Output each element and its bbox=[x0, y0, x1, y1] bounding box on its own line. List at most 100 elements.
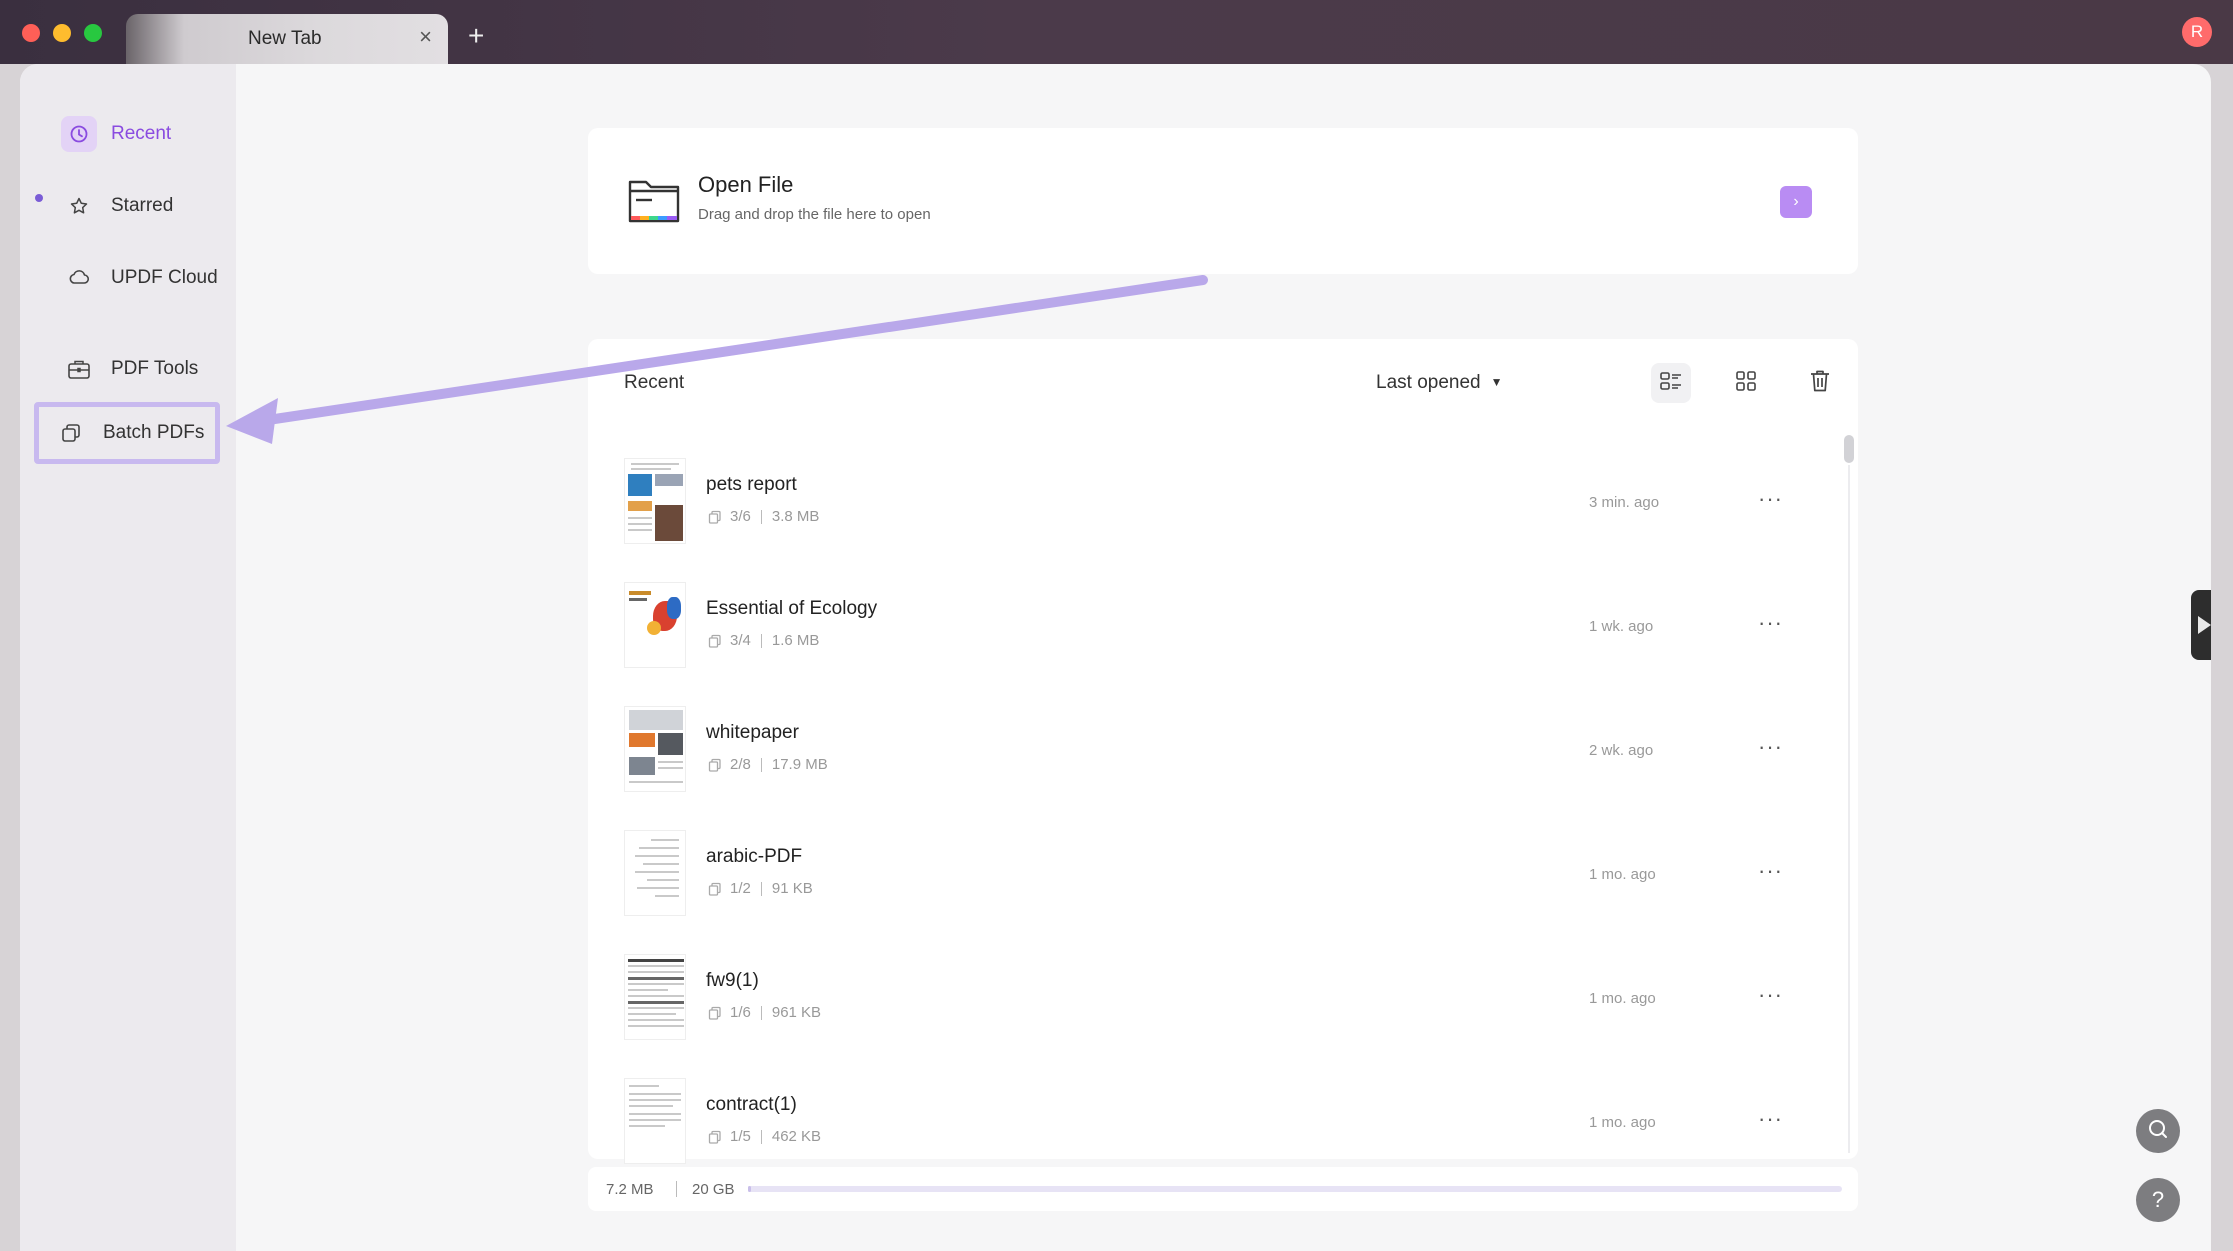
file-last-opened: 1 mo. ago bbox=[1589, 1114, 1656, 1131]
scrollbar-thumb[interactable] bbox=[1844, 435, 1854, 463]
sidebar-item-label: Recent bbox=[111, 123, 172, 144]
file-row-essential-of-ecology[interactable]: Essential of Ecology 3/4 1.6 MB 1 wk. ago… bbox=[624, 582, 1814, 706]
help-button[interactable]: ? bbox=[2136, 1178, 2180, 1222]
folder-icon bbox=[626, 172, 682, 233]
tab-new-tab[interactable]: New Tab × bbox=[126, 14, 448, 64]
more-options-icon[interactable]: ··· bbox=[1758, 486, 1783, 512]
more-options-icon[interactable]: ··· bbox=[1758, 1106, 1783, 1132]
storage-divider bbox=[676, 1181, 677, 1197]
more-options-icon[interactable]: ··· bbox=[1758, 858, 1783, 884]
file-row-arabic-pdf[interactable]: arabic-PDF 1/2 91 KB 1 mo. ago ··· bbox=[624, 830, 1814, 954]
file-name: Essential of Ecology bbox=[706, 598, 878, 619]
app-window: Recent Starred UPDF Cloud PDF Tools Batc bbox=[20, 64, 2211, 1251]
sidebar-item-label: Batch PDFs bbox=[103, 422, 205, 443]
file-pages: 2/8 bbox=[730, 756, 751, 773]
minimize-window-button[interactable] bbox=[53, 24, 71, 42]
more-options-icon[interactable]: ··· bbox=[1758, 982, 1783, 1008]
file-last-opened: 1 mo. ago bbox=[1589, 990, 1656, 1007]
file-thumbnail bbox=[624, 1078, 686, 1164]
file-size: 462 KB bbox=[771, 1128, 822, 1145]
help-icon: ? bbox=[2151, 1187, 2165, 1212]
file-row-whitepaper[interactable]: whitepaper 2/8 17.9 MB 2 wk. ago ··· bbox=[624, 706, 1814, 830]
file-pages: 1/5 bbox=[730, 1128, 751, 1145]
recent-scrollbar[interactable] bbox=[1842, 435, 1854, 1155]
toolbox-icon bbox=[61, 351, 97, 387]
file-meta: 1/5 462 KB bbox=[708, 1128, 821, 1145]
pages-icon bbox=[708, 510, 721, 524]
file-pages: 1/2 bbox=[730, 880, 751, 897]
file-size: 961 KB bbox=[771, 1004, 822, 1021]
avatar[interactable]: R bbox=[2182, 17, 2212, 47]
file-last-opened: 3 min. ago bbox=[1589, 494, 1660, 511]
file-row-pets-report[interactable]: pets report 3/6 3.8 MB 3 min. ago ··· bbox=[624, 458, 1814, 582]
batch-copy-icon bbox=[53, 415, 89, 451]
tab-title: New Tab bbox=[248, 28, 322, 49]
file-meta: 2/8 17.9 MB bbox=[708, 756, 828, 773]
side-panel-toggle[interactable] bbox=[2191, 590, 2211, 660]
open-file-title: Open File bbox=[698, 172, 794, 197]
search-icon bbox=[2147, 1118, 2169, 1145]
pages-icon bbox=[708, 882, 721, 896]
file-last-opened: 1 mo. ago bbox=[1589, 866, 1656, 883]
storage-progress-fill bbox=[748, 1186, 752, 1192]
sidebar-item-recent[interactable]: Recent bbox=[51, 110, 226, 158]
file-size: 17.9 MB bbox=[771, 756, 828, 773]
caret-down-icon: ▼ bbox=[1490, 375, 1503, 389]
file-size: 1.6 MB bbox=[771, 632, 820, 649]
storage-progress-track bbox=[748, 1186, 1842, 1192]
pages-icon bbox=[708, 634, 721, 648]
file-last-opened: 2 wk. ago bbox=[1589, 742, 1654, 759]
sidebar-item-updf-cloud[interactable]: UPDF Cloud bbox=[51, 254, 226, 302]
sidebar-item-starred[interactable]: Starred bbox=[51, 182, 226, 230]
file-name: fw9(1) bbox=[706, 970, 759, 991]
sidebar-item-label: PDF Tools bbox=[111, 358, 199, 379]
grid-view-icon bbox=[1735, 370, 1757, 397]
sidebar: Recent Starred UPDF Cloud PDF Tools Batc bbox=[20, 64, 236, 1251]
clear-recent-button[interactable] bbox=[1800, 363, 1840, 403]
file-thumbnail bbox=[624, 582, 686, 668]
sidebar-item-pdf-tools[interactable]: PDF Tools bbox=[51, 345, 226, 393]
pages-icon bbox=[708, 758, 721, 772]
sidebar-item-label: Starred bbox=[111, 195, 174, 216]
open-file-dropzone[interactable]: Open File Drag and drop the file here to… bbox=[588, 128, 1858, 274]
grid-view-button[interactable] bbox=[1726, 363, 1766, 403]
close-window-button[interactable] bbox=[22, 24, 40, 42]
file-thumbnail bbox=[624, 706, 686, 792]
file-name: whitepaper bbox=[706, 722, 799, 743]
file-pages: 1/6 bbox=[730, 1004, 751, 1021]
file-thumbnail bbox=[624, 954, 686, 1040]
sidebar-item-batch-pdfs[interactable]: Batch PDFs bbox=[34, 402, 220, 464]
tab-close-icon[interactable]: × bbox=[419, 26, 432, 48]
open-file-arrow-button[interactable]: › bbox=[1780, 186, 1812, 218]
list-view-button[interactable] bbox=[1651, 363, 1691, 403]
recent-section-title: Recent bbox=[624, 372, 685, 393]
star-icon bbox=[61, 188, 97, 224]
zoom-window-button[interactable] bbox=[84, 24, 102, 42]
sort-dropdown[interactable]: Last opened ▼ bbox=[1376, 372, 1502, 394]
scrollbar-track bbox=[1848, 465, 1850, 1153]
file-name: arabic-PDF bbox=[706, 846, 803, 867]
more-options-icon[interactable]: ··· bbox=[1758, 734, 1783, 760]
cloud-icon bbox=[61, 260, 97, 296]
more-options-icon[interactable]: ··· bbox=[1758, 610, 1783, 636]
file-name: pets report bbox=[706, 474, 797, 495]
recent-files-panel: Recent Last opened ▼ pets report 3/6 3.8… bbox=[588, 339, 1858, 1164]
file-meta: 1/6 961 KB bbox=[708, 1004, 821, 1021]
clock-icon bbox=[61, 116, 97, 152]
file-meta: 3/6 3.8 MB bbox=[708, 508, 819, 525]
storage-used: 7.2 MB bbox=[606, 1181, 654, 1198]
search-button[interactable] bbox=[2136, 1109, 2180, 1153]
sidebar-item-label: UPDF Cloud bbox=[111, 267, 218, 288]
file-size: 3.8 MB bbox=[771, 508, 820, 525]
pages-icon bbox=[708, 1006, 721, 1020]
file-row-fw9[interactable]: fw9(1) 1/6 961 KB 1 mo. ago ··· bbox=[624, 954, 1814, 1078]
file-last-opened: 1 wk. ago bbox=[1589, 618, 1654, 635]
title-bar: New Tab × + R bbox=[0, 0, 2233, 64]
file-thumbnail bbox=[624, 830, 686, 916]
trash-icon bbox=[1809, 369, 1831, 398]
file-meta: 3/4 1.6 MB bbox=[708, 632, 819, 649]
new-tab-button[interactable]: + bbox=[468, 22, 484, 50]
list-view-icon bbox=[1659, 370, 1683, 397]
active-indicator-dot bbox=[35, 194, 43, 202]
file-name: contract(1) bbox=[706, 1094, 797, 1115]
